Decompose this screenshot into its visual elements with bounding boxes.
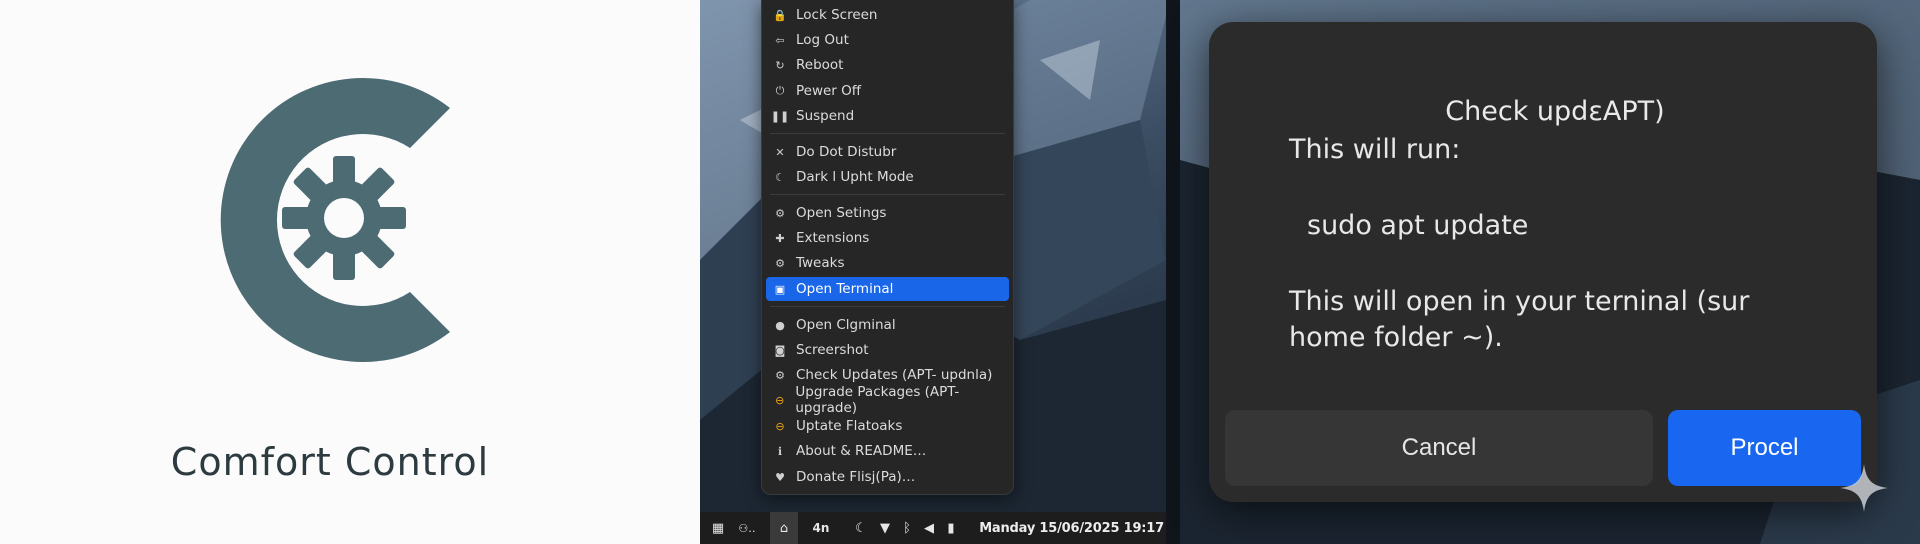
brand-title: Comfort Control bbox=[170, 440, 490, 484]
apps-grid-icon[interactable]: ▦ bbox=[708, 512, 728, 544]
terminal-icon: ▣ bbox=[774, 282, 786, 296]
pause-icon: ❚❚ bbox=[770, 109, 790, 123]
info-icon: ● bbox=[775, 318, 785, 332]
menu-item-label: Open Clgminal bbox=[796, 317, 896, 333]
menu-item-about-readme[interactable]: ℹ About & README… bbox=[766, 439, 1009, 463]
menu-item-label: Check Updates (APT- updnla) bbox=[796, 367, 993, 383]
lock-icon: 🔒 bbox=[773, 8, 787, 22]
menu-item-open-terminal[interactable]: ▣ Open Terminal bbox=[766, 277, 1009, 301]
menu-item-label: Open Setings bbox=[796, 205, 887, 221]
menu-item-label: Dark l Upht Mode bbox=[796, 169, 914, 185]
bell-off-icon: ✕ bbox=[775, 145, 785, 159]
moon-icon[interactable]: ☾ bbox=[852, 512, 870, 544]
menu-item-label: Suspend bbox=[796, 108, 855, 124]
heart-icon: ♥ bbox=[775, 470, 785, 484]
menu-item-suspend[interactable]: ❚❚ Suspend bbox=[766, 104, 1009, 128]
sparkle-icon bbox=[1840, 464, 1888, 512]
gear-icon: ⚙ bbox=[775, 256, 785, 270]
menu-item-screershot[interactable]: ◙ Screershot bbox=[766, 338, 1009, 362]
menu-separator bbox=[770, 194, 1005, 195]
menu-item-label: Open Terminal bbox=[796, 281, 894, 297]
menu-item-lock-screen[interactable]: 🔒 Lock Screen bbox=[766, 3, 1009, 27]
dialog-info-line-2: home folder ~). bbox=[1289, 322, 1503, 353]
menu-item-label: Uptate Flatoaks bbox=[796, 418, 903, 434]
dialog-title: Check updɛAPT) bbox=[1445, 96, 1665, 127]
menu-launcher-icon[interactable]: ⌂ bbox=[770, 512, 798, 544]
menu-item-label: Reboot bbox=[796, 57, 844, 73]
wifi-icon[interactable]: ▼ bbox=[876, 512, 894, 544]
brand-panel: Comfort Control bbox=[0, 0, 700, 544]
battery-icon[interactable]: ▮ bbox=[942, 512, 960, 544]
menu-item-label: Tweaks bbox=[796, 255, 845, 271]
menu-item-open-clgminal[interactable]: ● Open Clgminal bbox=[766, 313, 1009, 337]
menu-item-upgrade-packages-apt-upgrade[interactable]: ⊖ Upgrade Packages (APT-upgrade) bbox=[766, 384, 1009, 416]
menu-item-open-setings[interactable]: ⚙ Open Setings bbox=[766, 201, 1009, 225]
dialog-intro-text: This will run: bbox=[1289, 134, 1461, 165]
gear-icon: ⚙ bbox=[775, 368, 785, 382]
menu-item-label: Log Out bbox=[796, 32, 849, 48]
workspace-indicator[interactable]: 4n bbox=[806, 512, 836, 544]
confirm-dialog: Check updɛAPT) This will run: sudo apt u… bbox=[1209, 22, 1877, 502]
controller-icon[interactable]: ⚇‥ bbox=[732, 512, 762, 544]
menu-item-tweaks[interactable]: ⚙ Tweaks bbox=[766, 251, 1009, 275]
volume-icon[interactable]: ◀ bbox=[920, 512, 938, 544]
system-menu: 🔒 Lock Screen ⇦ Log Out ↻ Reboot ⏻ Pewer Off ❚❚ S… bbox=[761, 0, 1014, 495]
menu-item-do-dot-distubr[interactable]: ✕ Do Dot Distubr bbox=[766, 140, 1009, 164]
panel-divider bbox=[1166, 0, 1180, 544]
power-icon: ⏻ bbox=[775, 84, 785, 97]
logout-icon: ⇦ bbox=[775, 33, 785, 47]
gear-icon: ⚙ bbox=[775, 206, 785, 220]
proceed-button[interactable]: Procel bbox=[1668, 410, 1861, 486]
menu-item-label: Extensions bbox=[796, 230, 870, 246]
info-icon: ℹ bbox=[777, 444, 783, 458]
menu-item-reboot[interactable]: ↻ Reboot bbox=[766, 53, 1009, 77]
puzzle-icon: ✚ bbox=[775, 231, 785, 245]
menu-item-donate-flisj-pa[interactable]: ♥ Donate Flisj(Pa)… bbox=[766, 465, 1009, 489]
reboot-icon: ↻ bbox=[775, 58, 785, 72]
menu-item-label: Screershot bbox=[796, 342, 869, 358]
cancel-button[interactable]: Cancel bbox=[1225, 410, 1653, 486]
camera-icon: ◙ bbox=[774, 343, 786, 357]
comfort-control-logo bbox=[220, 77, 450, 363]
menu-separator bbox=[770, 133, 1005, 134]
menu-separator bbox=[770, 306, 1005, 307]
upgrade-icon: ⊖ bbox=[775, 393, 785, 407]
moon-icon: ☾ bbox=[775, 170, 785, 184]
dialog-command: sudo apt update bbox=[1307, 210, 1529, 241]
flatpak-icon: ⊖ bbox=[775, 419, 785, 433]
menu-item-label: Pewer Off bbox=[796, 83, 862, 99]
menu-item-label: About & README… bbox=[796, 443, 927, 459]
menu-item-dark-l-upht-mode[interactable]: ☾ Dark l Upht Mode bbox=[766, 165, 1009, 189]
menu-item-label: Upgrade Packages (APT-upgrade) bbox=[795, 384, 960, 416]
menu-item-uptate-flatoaks[interactable]: ⊖ Uptate Flatoaks bbox=[766, 414, 1009, 438]
bluetooth-icon[interactable]: ᛒ bbox=[898, 512, 916, 544]
menu-item-label: Do Dot Distubr bbox=[796, 144, 897, 160]
menu-item-label: Lock Screen bbox=[796, 7, 878, 23]
dialog-info-line-1: This will open in your terninal (sur bbox=[1289, 286, 1750, 317]
menu-item-pewer-off[interactable]: ⏻ Pewer Off bbox=[766, 79, 1009, 103]
menu-item-extensions[interactable]: ✚ Extensions bbox=[766, 226, 1009, 250]
menu-item-log-out[interactable]: ⇦ Log Out bbox=[766, 28, 1009, 52]
screen: Comfort Control 🔒 Lock Screen ⇦ Log Out ↻ Reb… bbox=[0, 0, 1920, 544]
taskbar-clock[interactable]: Manday 15/06/2025 19:17 bbox=[979, 512, 1164, 544]
gear-icon bbox=[282, 156, 406, 280]
menu-item-label: Donate Flisj(Pa)… bbox=[796, 469, 916, 485]
taskbar: ▦ ⚇‥ ⌂ 4n ☾ ▼ ᛒ ◀ ▮ Manday 15/06/2025 19… bbox=[700, 512, 1166, 544]
